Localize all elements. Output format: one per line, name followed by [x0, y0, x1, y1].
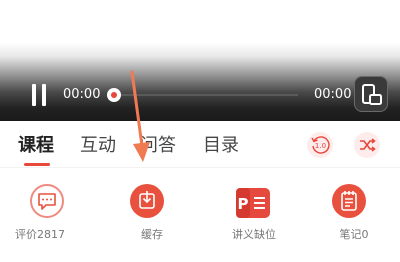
rating-label: 评价2817 [15, 228, 65, 241]
ppt-icon: P [236, 188, 270, 218]
cache-action[interactable]: 缓存 [106, 182, 186, 244]
current-time: 00:00 [63, 87, 101, 102]
screen-toggle-icon [362, 84, 382, 105]
ppt-icon-letter: P [238, 195, 249, 213]
shuffle-icon [360, 138, 376, 152]
pause-bar-right [42, 84, 46, 106]
pause-button[interactable] [30, 84, 48, 106]
pause-bar-left [32, 84, 36, 106]
download-icon [130, 184, 164, 218]
active-tab-indicator [24, 163, 50, 166]
tab-qa[interactable]: 问答 [140, 131, 176, 157]
handout-label: 讲义缺位 [232, 228, 276, 241]
divider [0, 167, 400, 168]
tab-course[interactable]: 课程 [18, 131, 54, 157]
notes-action[interactable]: 笔记0 [308, 182, 388, 244]
playback-speed-button[interactable]: 1.0 [307, 132, 333, 158]
rating-action[interactable]: 评价2817 [6, 182, 86, 244]
handout-action[interactable]: P 讲义缺位 [208, 182, 288, 244]
notes-icon [332, 184, 366, 218]
tab-interaction[interactable]: 互动 [80, 131, 116, 157]
tab-catalog[interactable]: 目录 [203, 131, 239, 157]
cache-label: 缓存 [141, 228, 163, 241]
notes-label: 笔记0 [339, 228, 369, 241]
progress-track[interactable] [118, 94, 298, 96]
playback-speed-icon: 1.0 [311, 136, 330, 154]
progress-thumb[interactable] [107, 88, 121, 102]
screen-toggle-button[interactable] [354, 76, 388, 112]
shuffle-button[interactable] [354, 132, 380, 158]
speed-text: 1.0 [315, 142, 326, 150]
total-time: 00:00 [314, 87, 352, 102]
tab-bar: 课程 互动 问答 目录 [0, 121, 400, 167]
video-player[interactable]: 00:00 00:00 [0, 0, 400, 121]
comment-icon [30, 184, 64, 218]
